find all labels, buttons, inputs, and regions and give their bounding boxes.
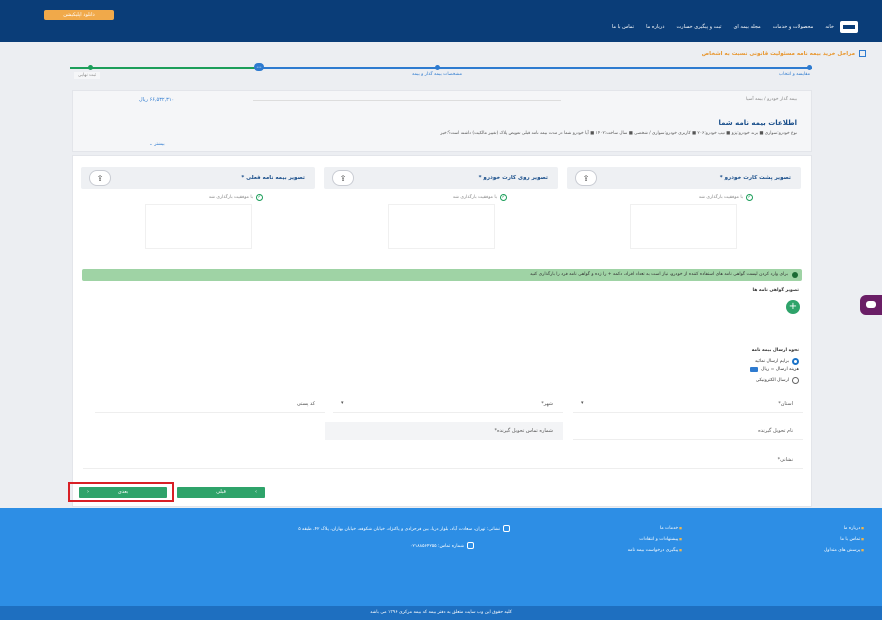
check-icon: ✓ [256, 194, 263, 201]
summary-description: نوع خودرو:سواری ■ برند خودرو:پژو ■ تیپ خ… [440, 131, 797, 136]
footer-link[interactable]: درباره ما [824, 526, 864, 531]
prev-button[interactable]: قبلی › [177, 487, 265, 498]
uploaded-image-preview[interactable] [145, 204, 252, 249]
location-icon [503, 525, 510, 532]
upload-title: تصویر پشت کارت خودرو * [719, 175, 791, 181]
step-dot-2[interactable] [435, 65, 440, 70]
chevron-down-icon: ▾ [341, 400, 344, 406]
step-dot-1[interactable] [807, 65, 812, 70]
upload-status: ✓ با موفقیت بارگذاری شد [452, 194, 507, 201]
breadcrumb: بیمه گذار خودرو / بیمه آسیا [745, 97, 797, 102]
postal-code-input[interactable]: کد پستی [95, 395, 325, 413]
nav-claims[interactable]: ثبت و پیگیری خسارت [676, 24, 721, 30]
section-title: مراحل خرید بیمه نامه مسئولیت قانونی نسبت… [702, 50, 866, 57]
info-icon [792, 272, 798, 278]
add-license-button[interactable]: + [786, 300, 800, 314]
upload-title: تصویر بیمه نامه فعلی * [241, 175, 305, 181]
delivery-label: نحوه ارسال بیمه نامه [751, 348, 799, 353]
upload-icon[interactable]: ⇪ [332, 170, 354, 186]
footer-link[interactable]: پیشنهادات و انتقادات [628, 537, 682, 542]
upload-status: ✓ با موفقیت بارگذاری شد [698, 194, 753, 201]
nav-magazine[interactable]: مجله بیمه ای [734, 24, 761, 30]
upload-form: تصویر پشت کارت خودرو * ⇪ تصویر روی کارت … [72, 155, 812, 507]
more-link[interactable]: بیشتر ⌄ [149, 142, 165, 147]
footer-link[interactable]: پیگیری درخواست بیمه نامه [628, 548, 682, 553]
radio-button[interactable] [792, 377, 799, 384]
chevron-down-icon: ▾ [581, 400, 584, 406]
highlight-box [68, 482, 174, 502]
site-header: خانه محصولات و خدمات مجله بیمه ای ثبت و … [0, 0, 882, 42]
uploaded-image-preview[interactable] [630, 204, 737, 249]
summary-title: اطلاعات بیمه نامه شما [718, 119, 797, 127]
footer-link[interactable]: خدمات ما [628, 526, 682, 531]
footer-col-2: خدمات ما پیشنهادات و انتقادات پیگیری درخ… [628, 526, 682, 553]
step-dot-3[interactable] [88, 65, 93, 70]
site-footer: درباره ما تماس با ما پرسش های متداول خدم… [0, 508, 882, 620]
upload-icon[interactable]: ⇪ [575, 170, 597, 186]
radio-button[interactable] [792, 358, 799, 365]
footer-col-1: درباره ما تماس با ما پرسش های متداول [824, 526, 864, 553]
download-app-button[interactable]: دانلود اپلیکیشن [44, 10, 114, 20]
policy-summary: بیمه گذار خودرو / بیمه آسیا ۶۶,۵۳۲,۳۱۰ ر… [72, 90, 812, 152]
check-icon: ✓ [746, 194, 753, 201]
chevron-right-icon: › [255, 489, 257, 495]
step-label-1: مقایسه و انتخاب [778, 72, 810, 77]
address-input[interactable]: نشانی* [83, 451, 803, 469]
licenses-label: تصویر گواهی نامه ها [752, 288, 800, 293]
upload-title: تصویر روی کارت خودرو * [478, 175, 548, 181]
footer-link[interactable]: پرسش های متداول [824, 548, 864, 553]
phone-icon [466, 542, 474, 549]
receiver-name-input[interactable]: نام تحویل گیرنده [573, 422, 803, 440]
nav-products[interactable]: محصولات و خدمات [773, 24, 814, 30]
footer-phone: شماره تماس: ۰۲۱۸۸۵۶۴۲۵۵ [410, 542, 474, 549]
delivery-cost: هزینه ارسال = ریال [750, 367, 799, 372]
copyright: کلیه حقوق این وب سایت متعلق به دفتر بیمه… [0, 606, 882, 620]
steps-progress: ••• [70, 63, 812, 72]
delivery-option-electronic[interactable]: ارسال الکترونیکی [756, 377, 799, 384]
delivery-option-post[interactable]: برایم ارسال نمائید [755, 358, 799, 365]
calendar-icon [859, 50, 866, 57]
chat-icon[interactable] [860, 295, 882, 315]
cost-badge [750, 367, 759, 372]
upload-card-back: تصویر پشت کارت خودرو * ⇪ [567, 167, 801, 189]
step-label-3: ثبت نهایی [74, 72, 101, 79]
step-dot-current[interactable]: ••• [254, 63, 264, 71]
nav-home[interactable]: خانه [825, 24, 834, 30]
footer-address: نشانی: تهران، سعادت آباد، بلوار دریا، بی… [190, 525, 510, 532]
upload-icon[interactable]: ⇪ [89, 170, 111, 186]
check-icon: ✓ [500, 194, 507, 201]
logo[interactable] [840, 21, 858, 33]
section-title-text: مراحل خرید بیمه نامه مسئولیت قانونی نسبت… [701, 50, 855, 57]
receiver-phone-input[interactable]: شماره تماس تحویل گیرنده* [325, 422, 563, 440]
step-label-2: مشخصات بیمه گذار و بیمه [412, 72, 462, 77]
info-alert: برای وارد کردن لیست گواهی نامه های استفا… [82, 269, 802, 281]
main-nav: خانه محصولات و خدمات مجله بیمه ای ثبت و … [612, 24, 834, 30]
city-select[interactable]: شهر* ▾ [333, 395, 563, 413]
upload-card-policy: تصویر بیمه نامه فعلی * ⇪ [81, 167, 315, 189]
province-select[interactable]: استان* ▾ [573, 395, 803, 413]
nav-about[interactable]: درباره ما [646, 24, 664, 30]
price-label: ۶۶,۵۳۲,۳۱۰ ریال [139, 97, 175, 103]
footer-link[interactable]: تماس با ما [824, 537, 864, 542]
upload-card-front: تصویر روی کارت خودرو * ⇪ [324, 167, 558, 189]
uploaded-image-preview[interactable] [388, 204, 495, 249]
nav-contact[interactable]: تماس با ما [612, 24, 634, 30]
upload-status: ✓ با موفقیت بارگذاری شد [208, 194, 263, 201]
